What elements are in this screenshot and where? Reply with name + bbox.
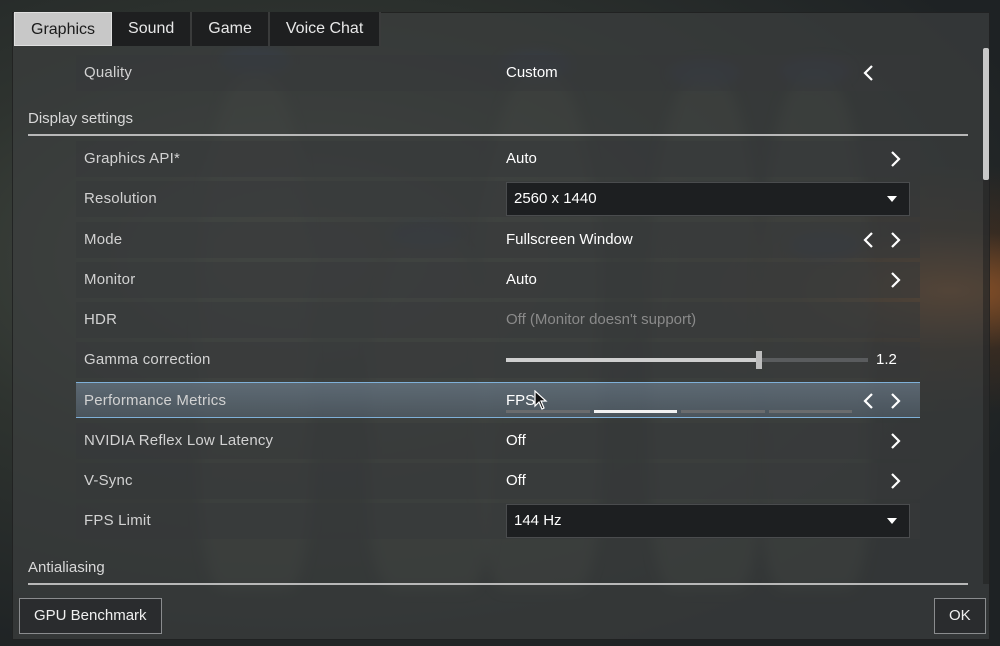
setting-value: Fullscreen Window [506, 231, 633, 248]
chevron-left-icon[interactable] [856, 61, 880, 85]
chevron-right-icon[interactable] [884, 228, 908, 252]
setting-monitor[interactable]: Monitor Auto [76, 262, 920, 298]
tab-game[interactable]: Game [192, 12, 270, 46]
setting-mode[interactable]: Mode Fullscreen Window [76, 222, 920, 258]
ok-button[interactable]: OK [934, 598, 986, 634]
tab-voice-chat[interactable]: Voice Chat [269, 12, 382, 46]
dropdown-value: 2560 x 1440 [514, 190, 597, 207]
setting-label: Mode [84, 231, 123, 248]
setting-label: NVIDIA Reflex Low Latency [84, 432, 274, 449]
setting-label: Resolution [84, 190, 157, 207]
setting-resolution: Resolution 2560 x 1440 [76, 181, 920, 217]
section-divider [28, 583, 968, 585]
setting-quality[interactable]: Quality Custom [76, 55, 920, 91]
setting-value: Off [506, 432, 526, 449]
chevron-right-icon[interactable] [884, 268, 908, 292]
dropdown-value: 144 Hz [514, 512, 562, 529]
chevron-right-icon[interactable] [884, 147, 908, 171]
chevron-right-icon[interactable] [884, 469, 908, 493]
setting-hdr: HDR Off (Monitor doesn't support) [76, 302, 920, 338]
tab-sound[interactable]: Sound [112, 12, 193, 46]
option-segment [681, 410, 765, 413]
caret-down-icon [887, 196, 897, 202]
setting-fps-limit: FPS Limit 144 Hz [76, 503, 920, 539]
chevron-right-icon[interactable] [884, 389, 908, 413]
setting-value: Off (Monitor doesn't support) [506, 311, 697, 328]
gpu-benchmark-button[interactable]: GPU Benchmark [19, 598, 162, 634]
settings-tabs: Graphics Sound Game Voice Chat [14, 12, 382, 46]
chevron-right-icon[interactable] [884, 429, 908, 453]
setting-label: HDR [84, 311, 118, 328]
setting-label: V-Sync [84, 472, 133, 489]
scrollbar[interactable] [983, 48, 989, 584]
option-segment [593, 410, 677, 413]
setting-gamma-correction: Gamma correction 1.2 [76, 342, 920, 378]
setting-value: FPS [506, 392, 536, 409]
setting-value: Off [506, 472, 526, 489]
slider-fill [506, 358, 760, 362]
setting-vsync[interactable]: V-Sync Off [76, 463, 920, 499]
setting-label: Monitor [84, 271, 136, 288]
chevron-left-icon[interactable] [856, 389, 880, 413]
setting-value: Auto [506, 271, 537, 288]
setting-label: Graphics API* [84, 150, 180, 167]
setting-value: Auto [506, 150, 537, 167]
chevron-left-icon[interactable] [856, 228, 880, 252]
settings-list: Quality Custom Display settings Graphics… [14, 50, 984, 588]
option-segment [768, 410, 852, 413]
gamma-slider[interactable] [506, 351, 868, 369]
section-title-antialiasing: Antialiasing [28, 559, 105, 576]
fps-limit-dropdown[interactable]: 144 Hz [506, 504, 910, 538]
setting-graphics-api[interactable]: Graphics API* Auto [76, 141, 920, 177]
setting-performance-metrics[interactable]: Performance Metrics FPS [76, 382, 920, 418]
slider-thumb[interactable] [756, 351, 763, 369]
setting-label: Gamma correction [84, 351, 211, 368]
slider-value: 1.2 [876, 351, 897, 368]
setting-nvidia-reflex[interactable]: NVIDIA Reflex Low Latency Off [76, 423, 920, 459]
option-indicator [506, 410, 852, 413]
setting-label: Performance Metrics [84, 392, 227, 409]
section-title-display: Display settings [28, 110, 134, 127]
caret-down-icon [887, 518, 897, 524]
section-divider [28, 134, 968, 136]
setting-value: Custom [506, 64, 558, 81]
resolution-dropdown[interactable]: 2560 x 1440 [506, 182, 910, 216]
tab-graphics[interactable]: Graphics [14, 12, 113, 46]
setting-label: FPS Limit [84, 512, 151, 529]
setting-label: Quality [84, 64, 133, 81]
scrollbar-thumb[interactable] [983, 48, 989, 180]
footer-bar: GPU Benchmark OK [12, 592, 990, 640]
option-segment [506, 410, 590, 413]
mouse-cursor-icon [534, 390, 548, 410]
